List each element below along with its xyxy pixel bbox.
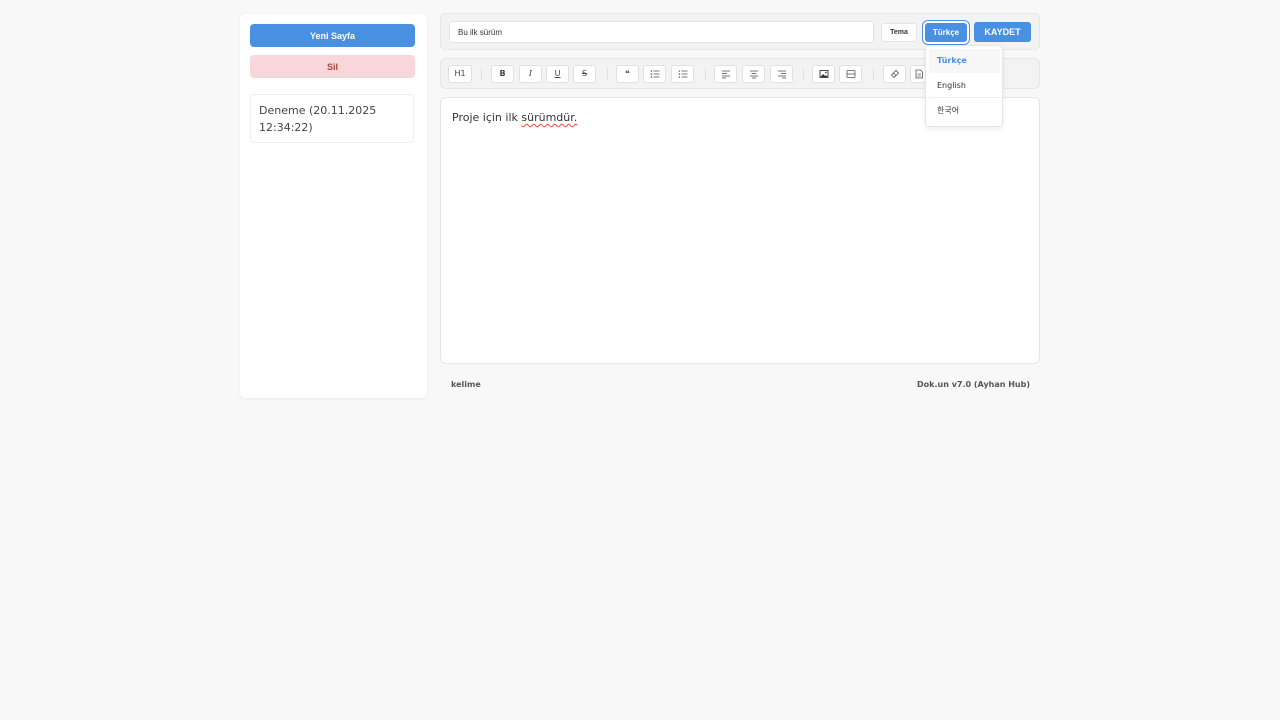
bold-button[interactable]: B [491,65,514,83]
eraser-icon [890,69,899,79]
toolbar-divider [873,68,874,80]
theme-button[interactable]: Tema [881,23,917,42]
editor-content[interactable]: Proje için ilk sürümdür. [440,97,1040,364]
numbered-list-button[interactable] [671,65,694,83]
toolbar-divider [607,68,608,80]
page-title-input[interactable] [449,21,874,43]
strikethrough-button[interactable]: S [573,65,596,83]
toolbar-divider [705,68,706,80]
document-icon [915,69,923,79]
align-right-icon [777,70,786,79]
version-label: Dok.un v7.0 (Ayhan Hub) [917,380,1030,389]
language-option-turkish[interactable]: Türkçe [929,49,1000,73]
save-button[interactable]: KAYDET [974,22,1031,42]
clear-format-button[interactable] [883,65,906,83]
toolbar-divider [803,68,804,80]
align-center-icon [749,70,758,79]
language-option-korean[interactable]: 한국어 [929,99,1000,123]
underline-icon: U [554,69,561,78]
insert-image-button[interactable] [812,65,835,83]
numbered-list-icon [678,70,687,78]
italic-icon: I [528,69,533,78]
word-count: kelime [451,380,481,389]
align-left-icon [721,70,730,79]
heading-button[interactable]: H1 [448,65,472,83]
page-list-item[interactable]: Deneme (20.11.2025 12:34:22) [250,94,414,143]
language-menu: Türkçe English 한국어 [925,45,1003,127]
underline-button[interactable]: U [546,65,569,83]
image-icon [819,70,828,78]
editor-text: Proje için ilk [452,111,522,124]
table-icon [846,70,855,78]
heading-icon: H1 [454,69,466,78]
sidebar: Yeni Sayfa Sil Deneme (20.11.2025 12:34:… [240,14,427,398]
bullet-list-icon [650,70,659,78]
toolbar-divider [481,68,482,80]
misspelled-word: sürümdür. [521,111,578,124]
strikethrough-icon: S [581,69,588,78]
align-center-button[interactable] [742,65,765,83]
align-right-button[interactable] [770,65,793,83]
delete-page-button[interactable]: Sil [250,55,415,78]
quote-icon: ❝ [625,69,630,78]
language-option-english[interactable]: English [929,74,1000,98]
new-page-button[interactable]: Yeni Sayfa [250,24,415,47]
insert-table-button[interactable] [839,65,862,83]
language-button[interactable]: Türkçe [925,23,967,42]
bold-icon: B [499,69,506,78]
align-left-button[interactable] [714,65,737,83]
italic-button[interactable]: I [519,65,542,83]
quote-button[interactable]: ❝ [616,65,639,83]
bullet-list-button[interactable] [643,65,666,83]
